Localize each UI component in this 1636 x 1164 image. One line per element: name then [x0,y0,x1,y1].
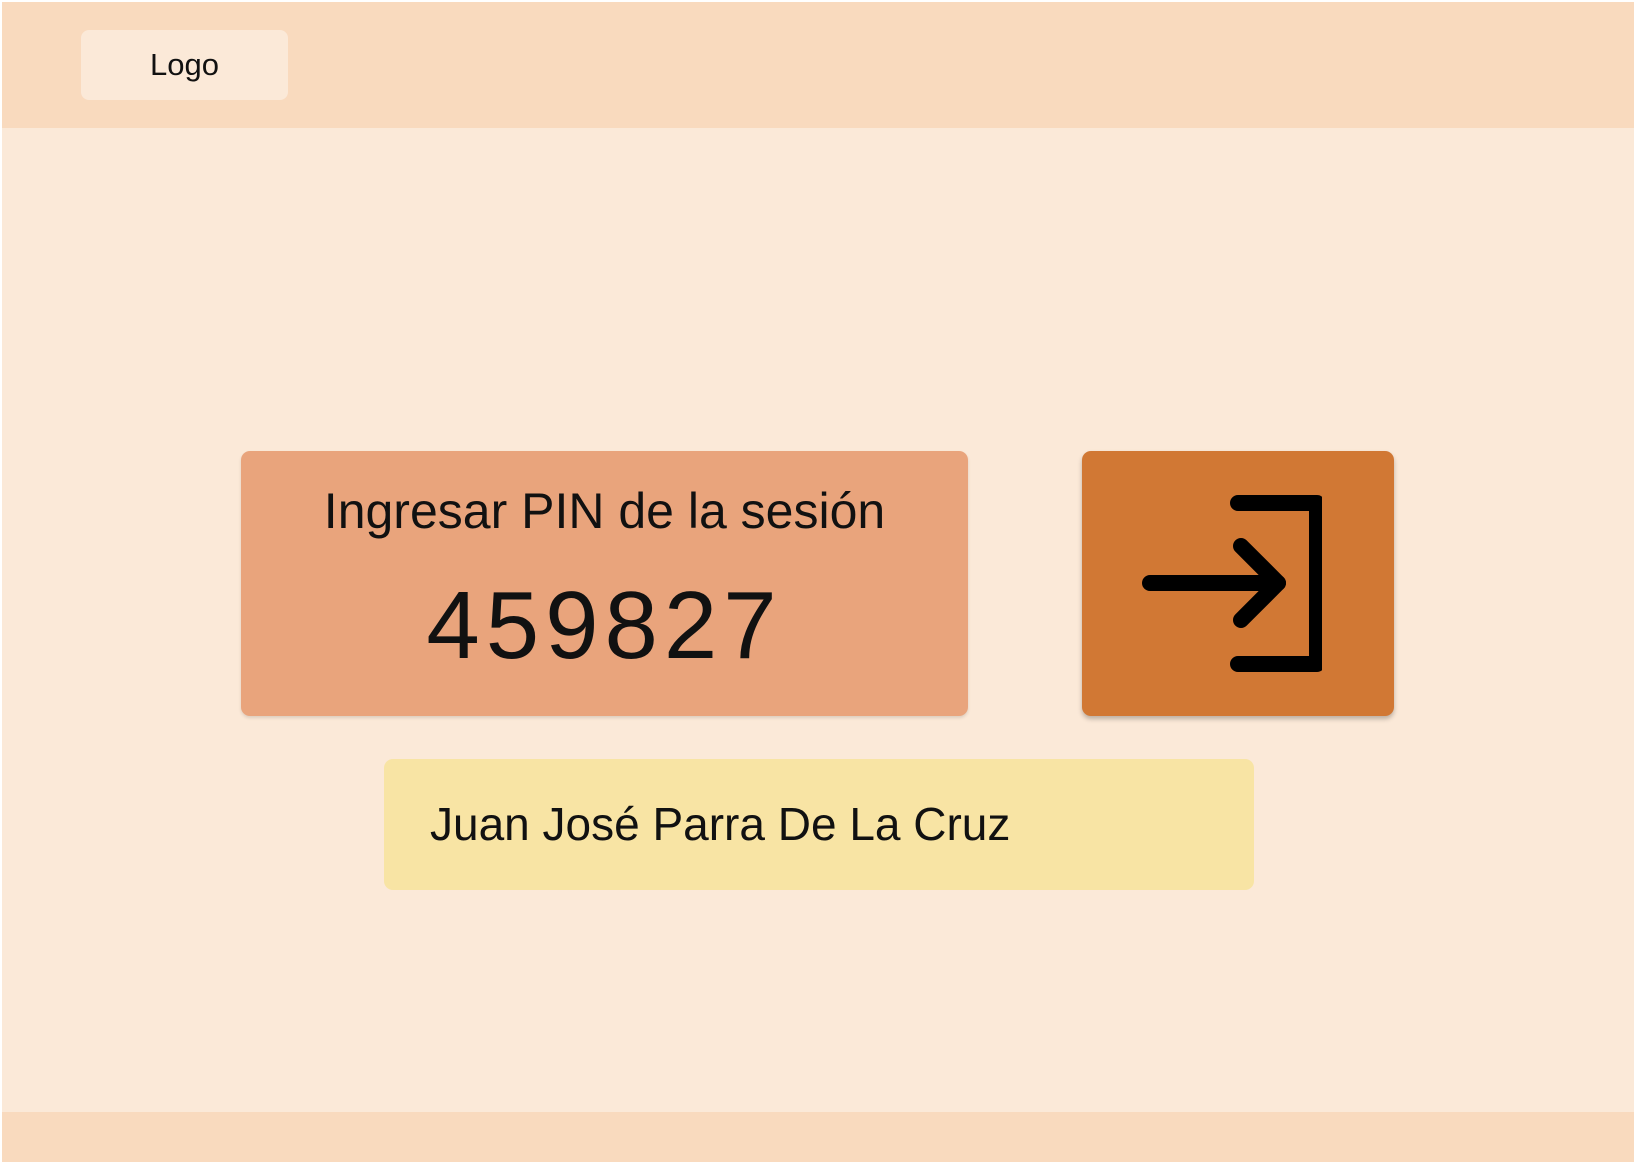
user-name: Juan José Parra De La Cruz [430,798,1011,850]
session-pin-card: Ingresar PIN de la sesión 459827 [241,451,968,716]
enter-session-button[interactable] [1082,451,1394,716]
app-window: Logo Ingresar PIN de la sesión 459827 Ju… [2,2,1634,1162]
user-name-field[interactable]: Juan José Parra De La Cruz [384,759,1254,890]
pin-label: Ingresar PIN de la sesión [323,483,886,539]
pin-value: 459827 [426,572,783,679]
footer-bar [2,1112,1634,1162]
logo-label: Logo [150,47,219,82]
logo[interactable]: Logo [81,30,288,100]
header-bar: Logo [2,2,1634,128]
login-icon [1142,495,1322,672]
